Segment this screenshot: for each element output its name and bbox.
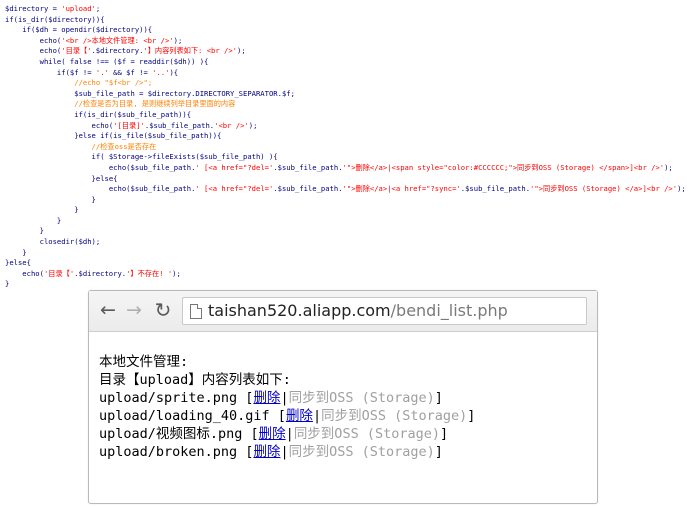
page-content: 本地文件管理: 目录【upload】内容列表如下: upload/sprite.…	[99, 353, 579, 461]
page-heading: 本地文件管理:	[99, 354, 189, 370]
code-line: //检查oss是否存在	[91, 141, 157, 151]
file-name: upload/broken.png [	[99, 444, 254, 460]
bracket-close: ]	[467, 408, 476, 424]
code-line: }	[5, 226, 44, 236]
sync-oss-label: 同步到OSS (Storage)	[288, 390, 435, 406]
code-line: }else{	[5, 258, 31, 268]
file-row: upload/broken.png [删除|同步到OSS (Storage)]	[99, 443, 579, 461]
code-line: if($f != '.' && $f != '..'){	[5, 67, 179, 77]
delete-link[interactable]: 删除	[259, 426, 286, 442]
forward-arrow-icon[interactable]: →	[123, 299, 145, 321]
separator: |	[280, 390, 289, 406]
delete-link[interactable]: 删除	[253, 390, 280, 406]
bracket-close: ]	[434, 390, 443, 406]
code-line: while( false !== ($f = readdir($dh)) ){	[5, 56, 209, 66]
bracket-close: ]	[434, 444, 443, 460]
delete-link[interactable]: 删除	[286, 408, 313, 424]
php-source-code: $directory = 'upload'; if(is_dir($directo…	[5, 4, 695, 290]
sync-oss-label: 同步到OSS (Storage)	[321, 408, 468, 424]
file-name: upload/loading_40.gif [	[99, 408, 286, 424]
file-row: upload/loading_40.gif [删除|同步到OSS (Storag…	[99, 407, 579, 425]
code-line: $sub_file_path = $directory.DIRECTORY_SE…	[5, 88, 295, 98]
code-line: $directory = 'upload';	[5, 4, 101, 13]
back-arrow-icon[interactable]: ←	[97, 299, 119, 321]
separator: |	[280, 444, 289, 460]
url-text[interactable]: taishan520.aliapp.com/bendi_list.php	[208, 301, 508, 321]
code-line: echo('目录【'.$directory.'】内容列表如下: <br />')…	[5, 46, 246, 56]
sync-oss-label: 同步到OSS (Storage)	[288, 444, 435, 460]
code-line: //检查是否为目录, 是则继续列举目录里面的内容	[74, 99, 236, 109]
code-line: }	[5, 279, 10, 289]
code-line: }	[5, 247, 27, 257]
file-name: upload/视频图标.png [	[99, 426, 259, 442]
file-row: upload/视频图标.png [删除|同步到OSS (Storage)]	[99, 425, 579, 443]
browser-window: ← → ↻ taishan520.aliapp.com/bendi_list.p…	[88, 290, 598, 504]
browser-toolbar: ← → ↻ taishan520.aliapp.com/bendi_list.p…	[89, 291, 597, 332]
code-line: echo('[目录]'.$sub_file_path.'<br />');	[5, 120, 258, 130]
code-line: }else if(is_file($sub_file_path)){	[5, 131, 222, 141]
code-line: closedir($dh);	[5, 237, 101, 247]
code-line: if(is_dir($directory)){	[5, 14, 105, 24]
code-line: echo('目录【'.$directory.'】不存在! ');	[5, 268, 181, 278]
code-line: if(is_dir($sub_file_path)){	[5, 109, 192, 119]
file-name: upload/sprite.png [	[99, 390, 254, 406]
page-icon	[190, 304, 202, 319]
url-host: taishan520.aliapp.com	[208, 301, 391, 320]
code-line: echo('<br />本地文件管理: <br />');	[5, 35, 183, 45]
code-line: }	[5, 205, 79, 215]
directory-subheading: 目录【upload】内容列表如下:	[99, 372, 291, 388]
code-line: echo($sub_file_path.' [<a href="?del='.$…	[5, 184, 686, 194]
code-line: }	[5, 215, 62, 225]
reload-icon[interactable]: ↻	[152, 299, 174, 321]
bracket-close: ]	[439, 426, 449, 442]
delete-link[interactable]: 删除	[253, 444, 280, 460]
file-row: upload/sprite.png [删除|同步到OSS (Storage)]	[99, 389, 579, 407]
code-line: if( $Storage->fileExists($sub_file_path)…	[5, 152, 278, 162]
separator: |	[312, 408, 322, 424]
code-line: if($dh = opendir($directory)){	[5, 25, 153, 35]
code-line: echo($sub_file_path.' [<a href="?del='.$…	[5, 162, 673, 172]
file-list: upload/sprite.png [删除|同步到OSS (Storage)] u…	[99, 389, 579, 461]
separator: |	[285, 426, 294, 442]
url-path: /bendi_list.php	[390, 301, 508, 320]
code-line: }else{	[5, 173, 118, 183]
sync-oss-label: 同步到OSS (Storage)	[293, 426, 440, 442]
address-bar[interactable]: taishan520.aliapp.com/bendi_list.php	[182, 297, 587, 325]
code-line: }	[5, 194, 96, 204]
code-line: //echo "$f<br />";	[74, 78, 153, 88]
